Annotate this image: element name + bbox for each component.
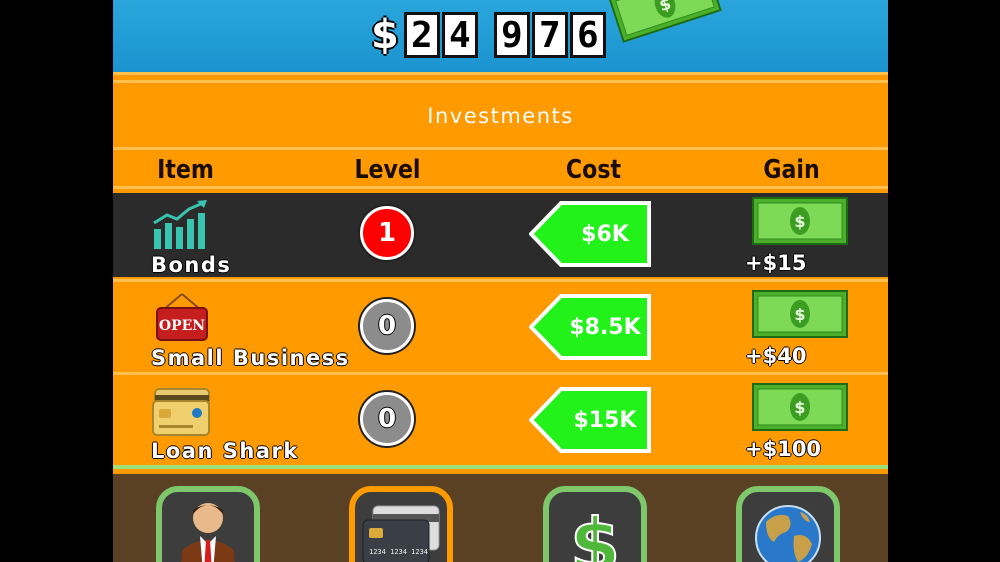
- investment-row-small-business[interactable]: OPEN Small Business 0 $8.5K $ +$40: [113, 286, 888, 370]
- header-level: Level: [354, 155, 421, 185]
- cost-label: $8.5K: [569, 314, 641, 340]
- money-digit: 4: [441, 12, 478, 58]
- businessman-icon: [181, 503, 235, 562]
- nav-businessman-button[interactable]: [156, 486, 260, 562]
- open-sign-icon: OPEN: [156, 293, 208, 341]
- cost-label: $6K: [581, 221, 629, 247]
- chart-growth-icon: [153, 200, 207, 249]
- level-badge: 0: [360, 392, 414, 446]
- svg-text:OPEN: OPEN: [159, 318, 205, 334]
- dollar-bill-icon: $: [752, 197, 848, 245]
- money-digit: 9: [493, 12, 530, 58]
- item-name: Small Business: [151, 346, 350, 370]
- nav-dollar-button[interactable]: $: [543, 486, 647, 562]
- investment-row-loan-shark[interactable]: Loan Shark 0 $15K $ +$100: [113, 379, 888, 463]
- item-name: Loan Shark: [151, 439, 299, 463]
- globe-icon: [755, 505, 821, 562]
- currency-symbol: $: [371, 12, 399, 58]
- svg-text:$: $: [570, 503, 620, 562]
- cost-label: $15K: [573, 407, 637, 433]
- money-digit: 6: [569, 12, 606, 58]
- game-screen: $ 2 4 9 7 6 $ Investments Item Level Cos…: [113, 0, 888, 562]
- header-item: Item: [157, 155, 214, 185]
- money-digit: 2: [403, 12, 440, 58]
- gain-label: +$100: [745, 437, 822, 461]
- level-badge: 1: [360, 206, 414, 260]
- dollar-bill-icon: $: [752, 383, 848, 431]
- bottom-nav: 1234 1234 1234 $: [113, 474, 888, 562]
- svg-text:1234 1234 1234: 1234 1234 1234: [369, 548, 428, 556]
- svg-text:$: $: [794, 398, 805, 417]
- gain-label: +$40: [745, 344, 807, 368]
- level-badge: 0: [360, 299, 414, 353]
- nav-globe-button[interactable]: [736, 486, 840, 562]
- item-name: Bonds: [151, 253, 232, 277]
- dollar-bill-icon: $: [752, 290, 848, 338]
- money-digit: 7: [531, 12, 568, 58]
- money-bar: $ 2 4 9 7 6 $: [113, 0, 888, 72]
- dollar-sign-icon: $: [569, 502, 621, 562]
- svg-text:$: $: [794, 305, 805, 324]
- panel-title: Investments: [427, 104, 574, 128]
- nav-credit-cards-button[interactable]: 1234 1234 1234: [349, 486, 453, 562]
- header-cost: Cost: [565, 155, 622, 185]
- svg-text:$: $: [794, 212, 805, 231]
- header-gain: Gain: [763, 155, 820, 185]
- dollar-bill-icon: $: [608, 0, 722, 43]
- money-counter: $ 2 4 9 7 6: [371, 10, 607, 60]
- gain-label: +$15: [745, 251, 807, 275]
- credit-cards-icon: [152, 388, 210, 436]
- credit-cards-icon: 1234 1234 1234: [362, 505, 440, 562]
- investment-row-bonds[interactable]: Bonds 1 $6K $ +$15: [113, 193, 888, 277]
